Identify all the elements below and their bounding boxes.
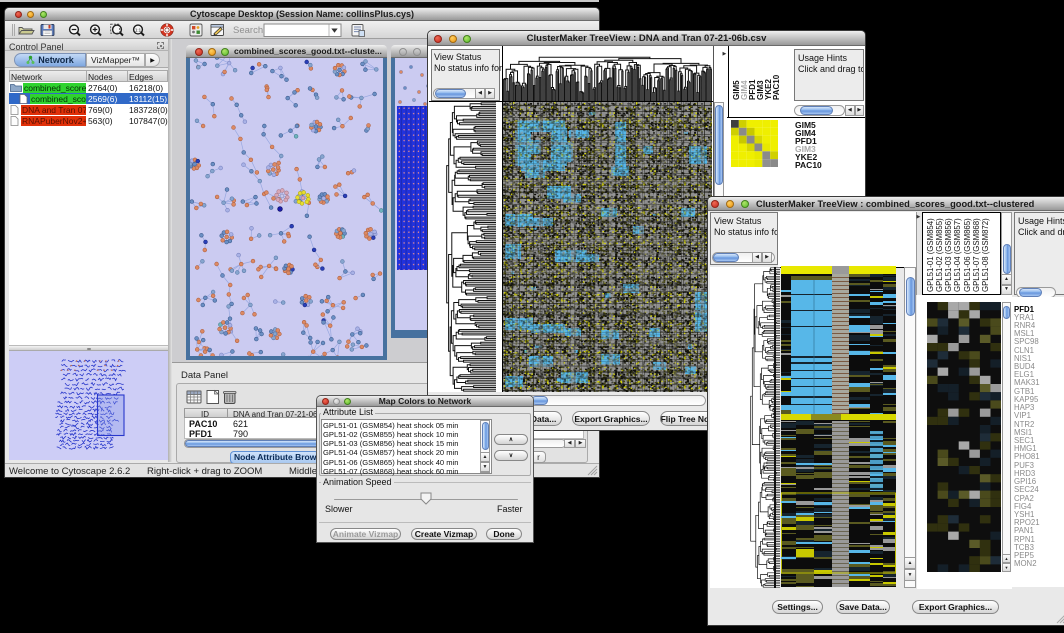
svg-text:Search:: Search:: [233, 25, 266, 36]
svg-text:1:1: 1:1: [135, 27, 142, 32]
